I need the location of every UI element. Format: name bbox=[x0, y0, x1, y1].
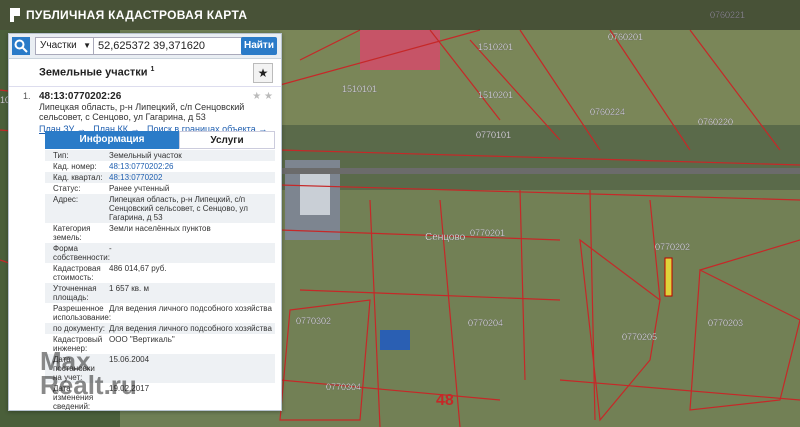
property-key: Кад. номер: bbox=[53, 162, 97, 171]
property-key: Статус: bbox=[53, 184, 81, 193]
chevron-down-icon: ▼ bbox=[83, 41, 91, 50]
results-header: Земельные участки 1 ★ bbox=[9, 60, 281, 87]
property-value: 1 657 кв. м bbox=[109, 284, 149, 293]
watermark-line2: Realt.ru bbox=[40, 370, 137, 400]
find-button[interactable]: Найти bbox=[241, 37, 277, 55]
property-value: Для ведения личного подсобного хозяйства bbox=[109, 324, 272, 333]
quarter-label: 0770302 bbox=[296, 316, 331, 326]
property-key: Кад. квартал: bbox=[53, 173, 103, 182]
property-key: Форма собственности: bbox=[53, 244, 110, 262]
search-icon[interactable] bbox=[12, 37, 30, 55]
village-label: Сенцово bbox=[425, 232, 466, 243]
table-row: Адрес: Липецкая область, р-н Липецкий, с/… bbox=[45, 194, 275, 223]
favorite-star-icon[interactable]: ★ bbox=[253, 63, 273, 83]
property-value[interactable]: 48:13:0770202:26 bbox=[107, 161, 275, 172]
region-label: 48 bbox=[436, 392, 454, 409]
parcel-index: 1. bbox=[23, 91, 31, 101]
top-bar: ПУБЛИЧНАЯ КАДАСТРОВАЯ КАРТА bbox=[0, 0, 800, 30]
property-value: - bbox=[109, 244, 112, 253]
quarter-label: 0760220 bbox=[698, 117, 733, 127]
quarter-label: 0760224 bbox=[590, 107, 625, 117]
quarter-label: 1510201 bbox=[478, 90, 513, 100]
table-row: Тип: Земельный участок bbox=[45, 150, 275, 161]
property-value: 486 014,67 руб. bbox=[109, 264, 167, 273]
object-type-select[interactable]: Участки ▼ bbox=[35, 37, 95, 55]
property-key: Уточненная площадь: bbox=[53, 284, 97, 302]
parcel-item[interactable]: 1. 48:13:0770202:26 ★ ★ Липецкая область… bbox=[23, 91, 277, 134]
property-key: Тип: bbox=[53, 151, 69, 160]
table-row: Форма собственности: - bbox=[45, 243, 275, 263]
property-key: по документу: bbox=[53, 324, 105, 333]
logo-icon bbox=[10, 8, 20, 22]
table-row: Кад. номер: 48:13:0770202:26 bbox=[45, 161, 275, 172]
table-row: Статус: Ранее учтенный bbox=[45, 183, 275, 194]
parcel-address: Липецкая область, р-н Липецкий, с/п Сенц… bbox=[39, 102, 245, 122]
star-icon[interactable]: ★ ★ bbox=[252, 91, 273, 102]
quarter-label: 0770203 bbox=[708, 318, 743, 328]
property-key: Адрес: bbox=[53, 195, 79, 204]
table-row: Кадастровая стоимость: 486 014,67 руб. bbox=[45, 263, 275, 283]
property-value: Ранее учтенный bbox=[109, 184, 170, 193]
quarter-label: 0760201 bbox=[608, 32, 643, 42]
property-value: Земли населённых пунктов bbox=[109, 224, 211, 233]
quarter-label: 0770304 bbox=[326, 382, 361, 392]
object-type-value: Участки bbox=[40, 40, 77, 51]
property-key: Разрешенное использование: bbox=[53, 304, 112, 322]
tab-info[interactable]: Информация bbox=[45, 131, 179, 149]
tab-services[interactable]: Услуги bbox=[179, 131, 275, 149]
quarter-label: 0770205 bbox=[622, 332, 657, 342]
property-value: Липецкая область, р-н Липецкий, с/п Сенц… bbox=[109, 195, 248, 222]
results-count: 1 bbox=[150, 66, 155, 73]
app-title: ПУБЛИЧНАЯ КАДАСТРОВАЯ КАРТА bbox=[26, 8, 248, 22]
table-row: Разрешенное использование: Для ведения ли… bbox=[45, 303, 275, 323]
quarter-label: 0770201 bbox=[470, 228, 505, 238]
watermark: Max Realt.ru bbox=[40, 348, 137, 400]
property-key: Кадастровая стоимость: bbox=[53, 264, 101, 282]
property-value: Для ведения личного подсобного хозяйства bbox=[109, 304, 272, 313]
quarter-label: 0770202 bbox=[655, 242, 690, 252]
property-value: Земельный участок bbox=[109, 151, 182, 160]
tabs: Информация Услуги bbox=[45, 131, 275, 149]
parcel-id: 48:13:0770202:26 bbox=[39, 91, 122, 102]
table-row: Категория земель: Земли населённых пункто… bbox=[45, 223, 275, 243]
table-row: по документу: Для ведения личного подсобн… bbox=[45, 323, 275, 334]
property-key: Категория земель: bbox=[53, 224, 91, 242]
quarter-label: 0770204 bbox=[468, 318, 503, 328]
search-bar: Участки ▼ 52,625372 39,371620 Найти bbox=[9, 34, 281, 59]
results-title: Земельные участки 1 bbox=[39, 66, 154, 79]
quarter-label: 1510201 bbox=[478, 42, 513, 52]
property-value[interactable]: 48:13:0770202 bbox=[107, 172, 275, 183]
quarter-label: 0770101 bbox=[476, 130, 511, 140]
quarter-label: 1510101 bbox=[342, 84, 377, 94]
results-title-text: Земельные участки bbox=[39, 66, 148, 79]
table-row: Кад. квартал: 48:13:0770202 bbox=[45, 172, 275, 183]
search-input[interactable]: 52,625372 39,371620 bbox=[93, 37, 245, 55]
table-row: Уточненная площадь: 1 657 кв. м bbox=[45, 283, 275, 303]
